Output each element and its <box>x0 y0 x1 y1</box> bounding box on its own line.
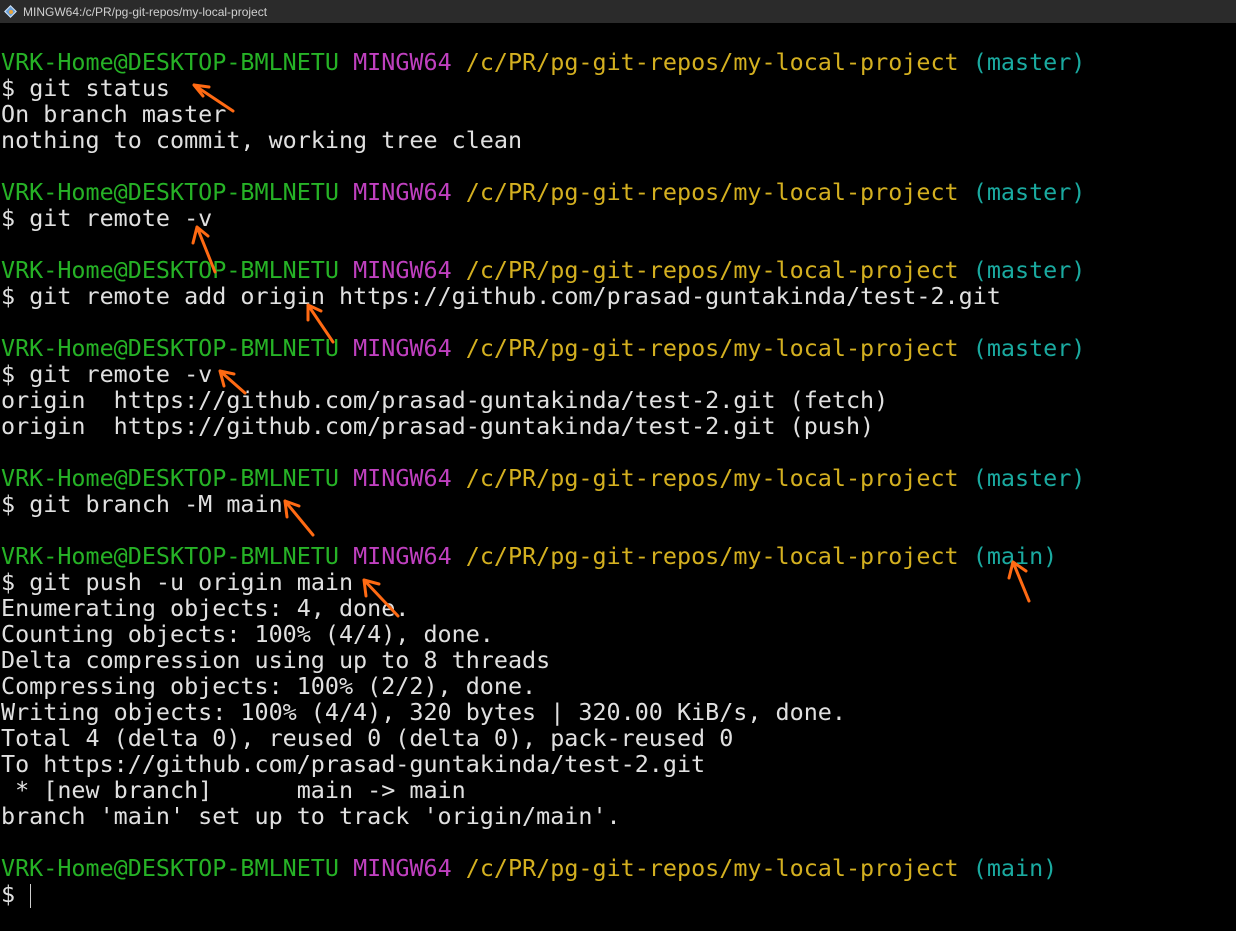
prompt-line: VRK-Home@DESKTOP-BMLNETU MINGW64 /c/PR/p… <box>1 543 1235 569</box>
prompt-user-host: VRK-Home@DESKTOP-BMLNETU <box>1 49 339 76</box>
git-bash-icon <box>4 4 18 19</box>
command-text: git remote -v <box>29 360 213 388</box>
command-line: $ git push -u origin main <box>1 569 1235 595</box>
prompt-branch: (main) <box>972 542 1058 570</box>
output-line: Compressing objects: 100% (2/2), done. <box>1 672 537 700</box>
prompt-system: MINGW64 <box>353 464 452 492</box>
prompt-branch: (master) <box>972 334 1086 362</box>
prompt-user-host: VRK-Home@DESKTOP-BMLNETU <box>1 854 339 882</box>
output-line: Writing objects: 100% (4/4), 320 bytes |… <box>1 698 846 726</box>
output-line: origin https://github.com/prasad-guntaki… <box>1 412 875 440</box>
prompt-system: MINGW64 <box>353 256 452 284</box>
prompt-symbol: $ <box>1 74 16 102</box>
prompt-user-host: VRK-Home@DESKTOP-BMLNETU <box>1 334 339 362</box>
prompt-path: /c/PR/pg-git-repos/my-local-project <box>465 542 959 570</box>
prompt-symbol: $ <box>1 282 16 310</box>
prompt-line: VRK-Home@DESKTOP-BMLNETU MINGW64 /c/PR/p… <box>1 335 1235 361</box>
command-line: $ git remote add origin https://github.c… <box>1 283 1235 309</box>
prompt-user-host: VRK-Home@DESKTOP-BMLNETU <box>1 464 339 492</box>
prompt-path: /c/PR/pg-git-repos/my-local-project <box>465 256 959 284</box>
terminal-output[interactable]: VRK-Home@DESKTOP-BMLNETU MINGW64 /c/PR/p… <box>1 49 1235 929</box>
prompt-branch: (main) <box>972 854 1058 882</box>
prompt-branch: (master) <box>972 178 1086 206</box>
prompt-branch: (master) <box>972 256 1086 284</box>
output-line: origin https://github.com/prasad-guntaki… <box>1 386 889 414</box>
window-title: MINGW64:/c/PR/pg-git-repos/my-local-proj… <box>23 4 268 19</box>
prompt-path: /c/PR/pg-git-repos/my-local-project <box>465 334 959 362</box>
output-line: Total 4 (delta 0), reused 0 (delta 0), p… <box>1 724 734 752</box>
output-line: Delta compression using up to 8 threads <box>1 646 551 674</box>
prompt-user-host: VRK-Home@DESKTOP-BMLNETU <box>1 256 339 284</box>
prompt-line: VRK-Home@DESKTOP-BMLNETU MINGW64 /c/PR/p… <box>1 855 1235 881</box>
command-line: $ <box>1 880 1235 908</box>
prompt-symbol: $ <box>1 490 16 518</box>
output-line: Counting objects: 100% (4/4), done. <box>1 620 494 648</box>
command-line: $ git remote -v <box>1 205 1235 231</box>
prompt-system: MINGW64 <box>353 854 452 882</box>
command-text: git status <box>29 74 171 102</box>
command-text: git remote add origin https://github.com… <box>29 282 1001 310</box>
prompt-line: VRK-Home@DESKTOP-BMLNETU MINGW64 /c/PR/p… <box>1 465 1235 491</box>
prompt-system: MINGW64 <box>353 49 452 76</box>
prompt-line: VRK-Home@DESKTOP-BMLNETU MINGW64 /c/PR/p… <box>1 179 1235 205</box>
output-line: On branch master <box>1 100 227 128</box>
text-cursor[interactable] <box>30 883 32 908</box>
prompt-path: /c/PR/pg-git-repos/my-local-project <box>465 464 959 492</box>
prompt-branch: (master) <box>972 464 1086 492</box>
prompt-path: /c/PR/pg-git-repos/my-local-project <box>465 49 959 76</box>
prompt-system: MINGW64 <box>353 542 452 570</box>
command-text: git push -u origin main <box>29 568 354 596</box>
command-line: $ git status <box>1 75 1235 101</box>
prompt-system: MINGW64 <box>353 178 452 206</box>
prompt-line: VRK-Home@DESKTOP-BMLNETU MINGW64 /c/PR/p… <box>1 49 1235 75</box>
command-text: git branch -M main <box>29 490 283 518</box>
prompt-user-host: VRK-Home@DESKTOP-BMLNETU <box>1 178 339 206</box>
prompt-user-host: VRK-Home@DESKTOP-BMLNETU <box>1 542 339 570</box>
prompt-line: VRK-Home@DESKTOP-BMLNETU MINGW64 /c/PR/p… <box>1 257 1235 283</box>
command-line: $ git branch -M main <box>1 491 1235 517</box>
prompt-path: /c/PR/pg-git-repos/my-local-project <box>465 178 959 206</box>
prompt-symbol: $ <box>1 204 16 232</box>
output-line: nothing to commit, working tree clean <box>1 126 523 154</box>
prompt-path: /c/PR/pg-git-repos/my-local-project <box>465 854 959 882</box>
command-text: git remote -v <box>29 204 213 232</box>
prompt-branch: (master) <box>972 49 1086 76</box>
output-line: Enumerating objects: 4, done. <box>1 594 410 622</box>
prompt-symbol: $ <box>1 360 16 388</box>
title-bar: MINGW64:/c/PR/pg-git-repos/my-local-proj… <box>0 0 1236 23</box>
prompt-symbol: $ <box>1 568 16 596</box>
output-line: * [new branch] main -> main <box>1 776 466 804</box>
prompt-symbol: $ <box>1 880 16 908</box>
output-line: To https://github.com/prasad-guntakinda/… <box>1 750 706 778</box>
command-line: $ git remote -v <box>1 361 1235 387</box>
prompt-system: MINGW64 <box>353 334 452 362</box>
output-line: branch 'main' set up to track 'origin/ma… <box>1 802 621 830</box>
